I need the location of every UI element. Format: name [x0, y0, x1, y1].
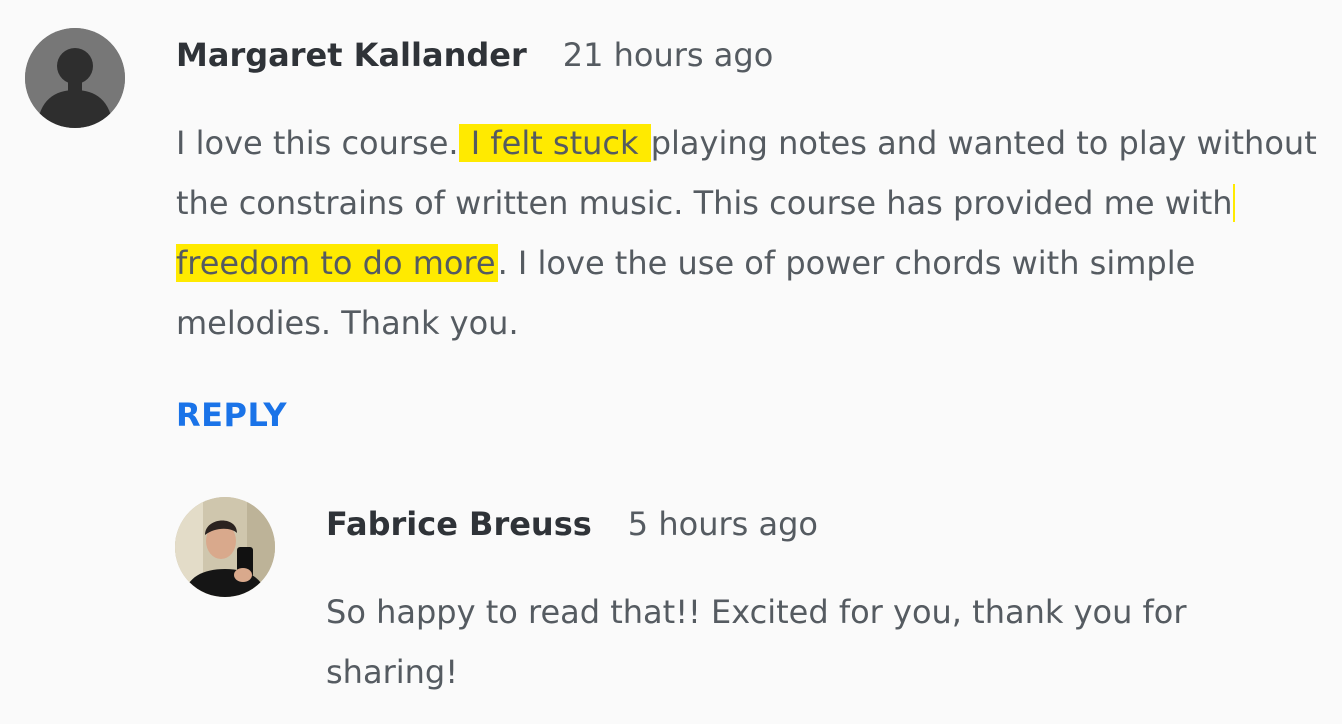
comment-timestamp[interactable]: 21 hours ago	[563, 36, 774, 74]
user-photo-icon	[175, 497, 275, 597]
avatar[interactable]	[175, 497, 275, 597]
comment-author[interactable]: Margaret Kallander	[176, 36, 527, 74]
highlighted-text: I felt stuck	[458, 124, 651, 162]
reply-meta: Fabrice Breuss 5 hours ago	[326, 505, 818, 543]
reply-body: So happy to read that!! Excited for you,…	[326, 593, 1187, 691]
reply-author[interactable]: Fabrice Breuss	[326, 505, 592, 543]
reply-timestamp[interactable]: 5 hours ago	[628, 505, 818, 543]
comment-text: I love this course.	[176, 124, 459, 162]
comment-body: I love this course. I felt stuck playing…	[176, 113, 1326, 353]
avatar[interactable]	[25, 28, 125, 128]
comment-meta: Margaret Kallander 21 hours ago	[176, 36, 773, 74]
reply-button[interactable]: REPLY	[176, 396, 287, 434]
user-silhouette-icon	[25, 28, 125, 128]
